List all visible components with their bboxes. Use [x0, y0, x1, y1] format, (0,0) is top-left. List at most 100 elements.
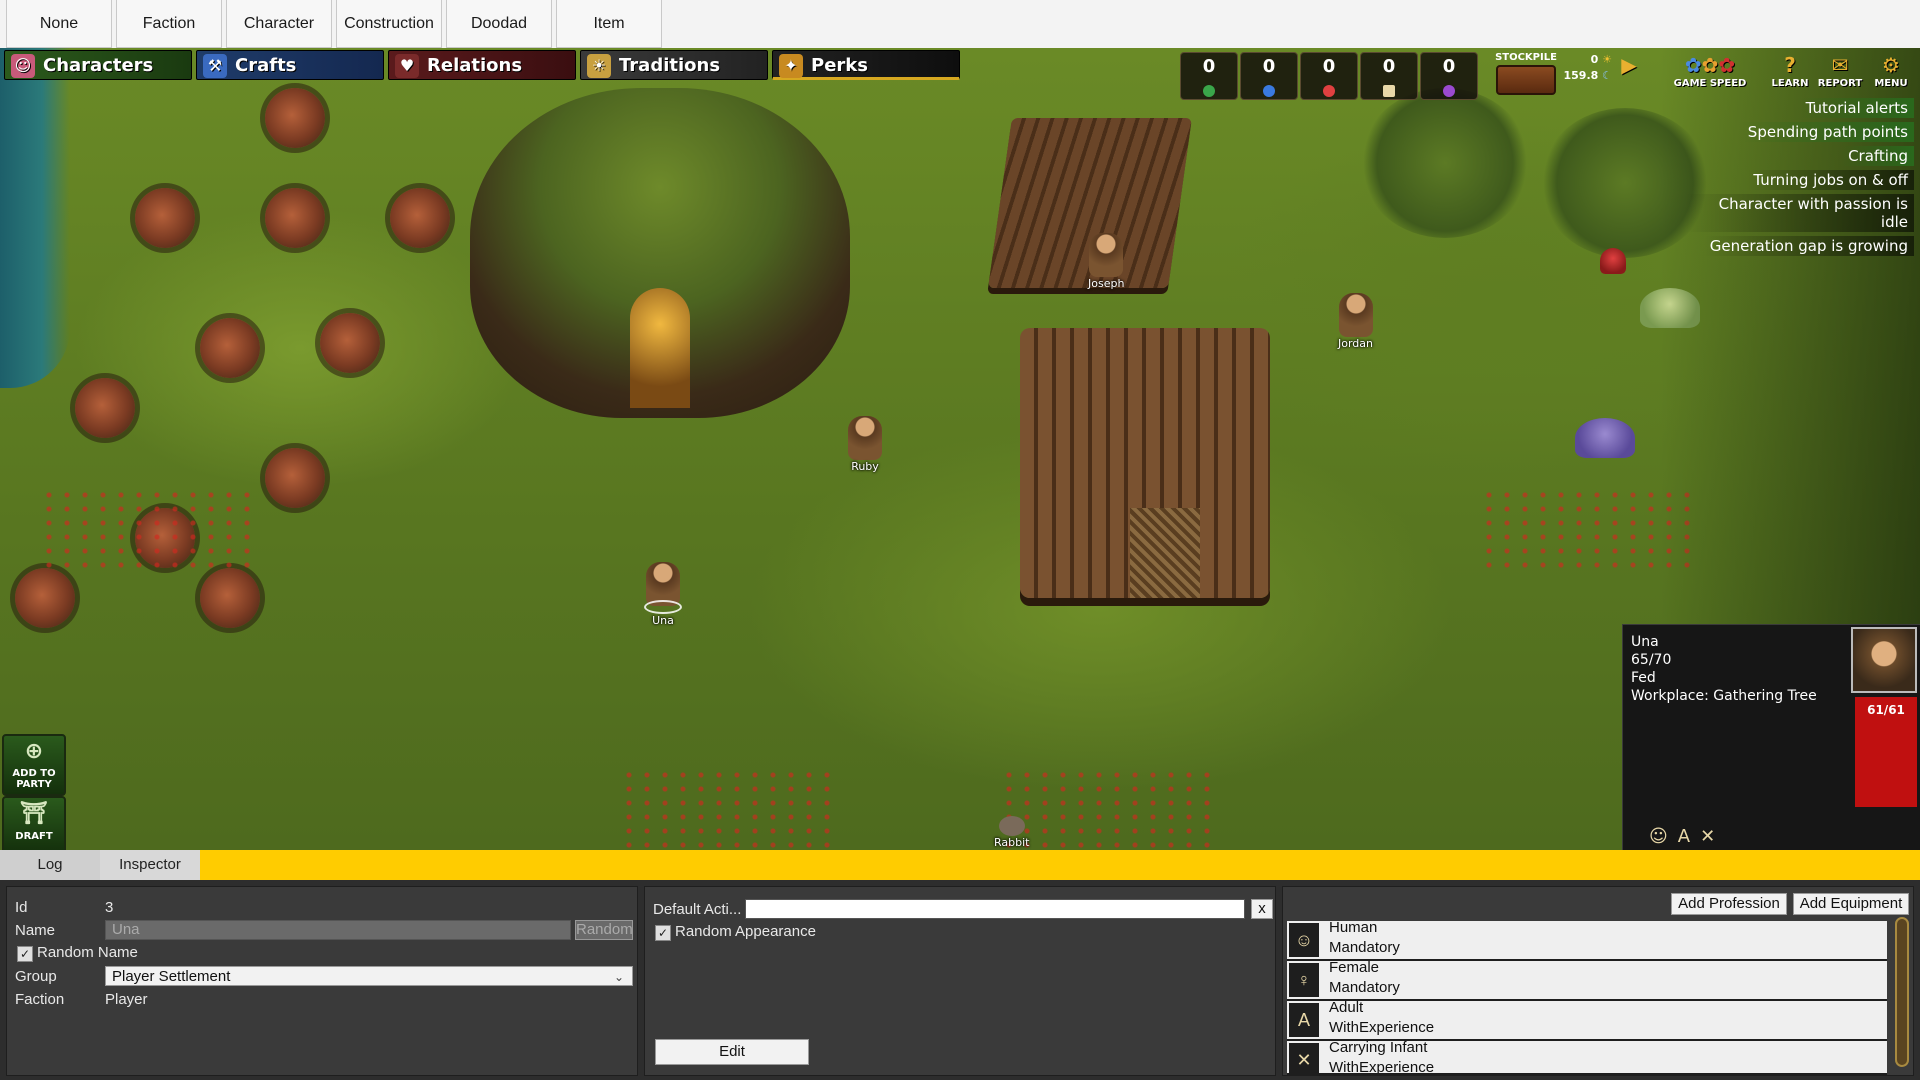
resource-red[interactable]: 0: [1300, 52, 1358, 100]
trait-name: Adult: [1329, 999, 1364, 1016]
villager-sprite: [1338, 293, 1373, 337]
report-button[interactable]: ✉ REPORT: [1814, 52, 1866, 92]
villager-sprite: [1089, 233, 1124, 277]
tab-none[interactable]: None: [6, 0, 112, 48]
add-equipment-button[interactable]: Add Equipment: [1793, 893, 1909, 915]
unit-joseph[interactable]: Joseph: [1088, 233, 1124, 290]
resource-blue[interactable]: 0: [1240, 52, 1298, 100]
berry-bush[interactable]: [15, 568, 75, 628]
berry-bush[interactable]: [75, 378, 135, 438]
alert-item[interactable]: Spending path points: [1741, 122, 1914, 142]
tab-log[interactable]: Log: [0, 850, 100, 880]
menu-crafts[interactable]: ⚒ Crafts: [196, 50, 384, 80]
trait-row[interactable]: ☺ Human Mandatory: [1287, 919, 1887, 961]
berry-bush[interactable]: [200, 318, 260, 378]
edit-button[interactable]: Edit: [655, 1039, 809, 1065]
unit-ruby[interactable]: Ruby: [848, 416, 882, 473]
alert-item[interactable]: Crafting: [1842, 146, 1914, 166]
name-label: Name: [15, 922, 56, 939]
hp-value: 61/61: [1867, 703, 1905, 717]
group-value: Player Settlement: [112, 968, 231, 985]
trait-row[interactable]: ✕ Carrying Infant WithExperience: [1287, 1041, 1887, 1075]
alert-item[interactable]: Character with passion is idle: [1684, 194, 1914, 232]
menu-traditions-label: Traditions: [619, 55, 721, 76]
alert-item[interactable]: Generation gap is growing: [1703, 236, 1914, 256]
gathering-tree[interactable]: [470, 88, 850, 418]
unit-rabbit[interactable]: Rabbit: [994, 816, 1029, 849]
tab-construction[interactable]: Construction: [336, 0, 442, 48]
berry-bush[interactable]: [390, 188, 450, 248]
berry-bush[interactable]: [200, 568, 260, 628]
gear-icon: ⚙: [1882, 53, 1900, 77]
random-name-checkbox[interactable]: ✓: [17, 946, 33, 962]
selection-ring: [644, 600, 682, 614]
berry-bush[interactable]: [265, 88, 325, 148]
human-icon: ☺: [1289, 923, 1319, 957]
add-profession-button[interactable]: Add Profession: [1671, 893, 1787, 915]
purple-mushroom[interactable]: [1575, 418, 1635, 458]
trait-kind: WithExperience: [1329, 1059, 1435, 1075]
menu-crafts-label: Crafts: [235, 55, 297, 76]
report-label: REPORT: [1817, 78, 1863, 89]
question-icon: ?: [1784, 53, 1796, 77]
berry-bush[interactable]: [135, 188, 195, 248]
default-action-field[interactable]: [745, 899, 1245, 919]
play-button[interactable]: ▶: [1614, 52, 1644, 92]
random-appearance-checkbox[interactable]: ✓: [655, 925, 671, 941]
inspector-panel: Id 3 Name Random ✓ Random Name Group Pla…: [0, 880, 1920, 1080]
learn-button[interactable]: ? LEARN: [1764, 52, 1816, 92]
trait-name: Carrying Infant: [1329, 1041, 1428, 1056]
alert-item[interactable]: Turning jobs on & off: [1747, 170, 1914, 190]
alert-item[interactable]: Tutorial alerts: [1799, 98, 1914, 118]
unit-jordan[interactable]: Jordan: [1338, 293, 1373, 350]
avatar[interactable]: [1851, 627, 1917, 693]
tab-doodad[interactable]: Doodad: [446, 0, 552, 48]
adult-icon[interactable]: A: [1678, 826, 1700, 847]
game-speed-control[interactable]: ✿✿✿ GAME SPEED: [1672, 52, 1748, 92]
log-cabin[interactable]: [1020, 328, 1270, 598]
red-mushroom[interactable]: [1600, 248, 1626, 274]
resource-purple[interactable]: 0: [1420, 52, 1478, 100]
name-field[interactable]: [105, 920, 571, 940]
human-icon[interactable]: ☺: [1649, 826, 1678, 847]
random-button[interactable]: Random: [575, 920, 633, 940]
traits-scrollbar[interactable]: [1895, 917, 1909, 1067]
menu-perks-label: Perks: [811, 55, 868, 76]
unit-label: Joseph: [1088, 277, 1125, 290]
villager-sprite: [848, 416, 882, 460]
hammer-icon: ⚒: [203, 54, 227, 78]
resource-scroll[interactable]: 0: [1360, 52, 1418, 100]
id-value: 3: [105, 899, 114, 916]
berry-bush[interactable]: [265, 188, 325, 248]
character-status: Fed: [1631, 670, 1656, 686]
menu-button[interactable]: ⚙ MENU: [1866, 52, 1916, 92]
tab-inspector[interactable]: Inspector: [100, 850, 200, 880]
resource-green[interactable]: 0: [1180, 52, 1238, 100]
tab-character[interactable]: Character: [226, 0, 332, 48]
menu-characters[interactable]: ☺ Characters: [4, 50, 192, 80]
draft-button[interactable]: ⛩ DRAFT: [2, 796, 66, 854]
menu-perks[interactable]: ✦ Perks: [772, 50, 960, 80]
menu-traditions[interactable]: ☀ Traditions: [580, 50, 768, 80]
unit-una[interactable]: Una: [644, 562, 682, 627]
tree[interactable]: [1360, 88, 1530, 238]
stockpile-label: STOCKPILE: [1495, 52, 1557, 63]
stockpile-button[interactable]: STOCKPILE: [1494, 52, 1558, 100]
tab-item[interactable]: Item: [556, 0, 662, 48]
sun-icon: ☀: [587, 54, 611, 78]
infant-icon[interactable]: ✕: [1700, 826, 1725, 847]
group-select[interactable]: Player Settlement ⌄: [105, 966, 633, 986]
trait-row[interactable]: A Adult WithExperience: [1287, 999, 1887, 1041]
draft-icon: ⛩: [20, 801, 48, 826]
menu-relations[interactable]: ♥ Relations: [388, 50, 576, 80]
character-info: Una 65/70 Fed Workplace: Gathering Tree: [1631, 633, 1817, 705]
clear-button[interactable]: x: [1251, 899, 1273, 919]
trait-row[interactable]: ♀ Female Mandatory: [1287, 959, 1887, 1001]
berry-bush[interactable]: [265, 448, 325, 508]
add-to-party-button[interactable]: ⊕ ADD TO PARTY: [2, 734, 66, 796]
berry-bush[interactable]: [320, 313, 380, 373]
default-action-label: Default Acti...: [653, 901, 742, 918]
tab-faction[interactable]: Faction: [116, 0, 222, 48]
random-appearance-label: Random Appearance: [675, 923, 816, 940]
trait-kind: Mandatory: [1329, 939, 1400, 956]
